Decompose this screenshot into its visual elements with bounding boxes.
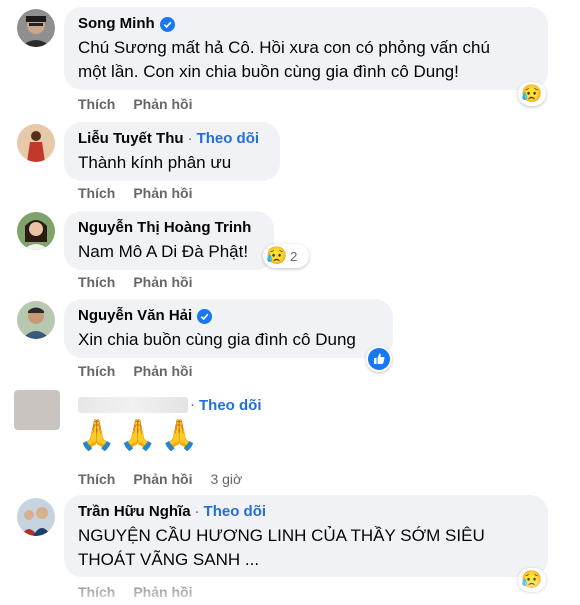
comment-text: NGUYỆN CẦU HƯƠNG LINH CỦA THẦY SỚM SIÊU [78, 526, 485, 545]
like-link[interactable]: Thích [78, 185, 115, 201]
reply-link[interactable]: Phản hồi [133, 584, 192, 600]
like-link[interactable]: Thích [78, 363, 115, 379]
like-link[interactable]: Thích [78, 471, 115, 487]
verified-badge-icon [197, 308, 213, 324]
comment-bubble: Trần Hữu Nghĩa · Theo dõi NGUYỆN CẦU HƯƠ… [64, 495, 548, 577]
reaction-badge[interactable]: 😥 [518, 568, 546, 592]
avatar[interactable] [17, 124, 55, 162]
author-name[interactable]: Trần Hữu Nghĩa [78, 502, 191, 522]
follow-link[interactable]: Theo dõi [199, 397, 262, 414]
separator-dot: · [194, 503, 200, 520]
comment-text: một lần. Con xin chia buồn cùng gia đình… [78, 62, 459, 81]
sad-reaction-icon: 😥 [266, 246, 288, 265]
avatar[interactable] [17, 301, 55, 339]
reply-link[interactable]: Phản hồi [133, 185, 192, 201]
sad-reaction-icon: 😥 [521, 84, 543, 103]
like-link[interactable]: Thích [78, 584, 115, 600]
comment-bubble: Nguyễn Văn Hải Xin chia buồn cùng gia đì… [64, 299, 393, 358]
reply-link[interactable]: Phản hồi [133, 363, 192, 379]
comment-text: Thành kính phân ưu [78, 153, 232, 172]
comment-text: Chú Sương mất hả Cô. Hồi xưa con có phỏn… [78, 38, 490, 57]
avatar[interactable] [17, 498, 55, 536]
avatar[interactable] [17, 212, 55, 250]
follow-link[interactable]: Theo dõi [204, 502, 267, 522]
avatar[interactable] [14, 390, 60, 430]
avatar[interactable] [17, 9, 55, 47]
comment-text: Nam Mô A Di Đà Phật! [78, 242, 249, 261]
author-name[interactable]: Nguyễn Văn Hải [78, 306, 192, 326]
comment-timestamp[interactable]: 3 giờ [210, 471, 242, 487]
like-link[interactable]: Thích [78, 274, 115, 290]
like-link[interactable]: Thích [78, 96, 115, 112]
author-name[interactable]: Song Minh [78, 14, 155, 34]
separator-dot: · [187, 130, 193, 147]
reaction-badge[interactable] [366, 346, 392, 372]
reply-link[interactable]: Phản hồi [133, 471, 192, 487]
author-name[interactable]: Nguyễn Thị Hoàng Trinh [78, 218, 251, 238]
separator-dot: · [190, 396, 195, 413]
blurred-author-name[interactable] [78, 397, 188, 413]
comment-text: Xin chia buồn cùng gia đình cô Dung [78, 330, 356, 349]
like-reaction-icon [368, 348, 390, 370]
reaction-badge[interactable]: 😥 [518, 82, 546, 106]
reaction-count: 2 [290, 248, 298, 264]
verified-badge-icon [159, 16, 175, 32]
comment-bubble: Liễu Tuyết Thu · Theo dõi Thành kính phâ… [64, 122, 280, 181]
reaction-badge[interactable]: 😥 2 [263, 244, 309, 268]
reply-link[interactable]: Phản hồi [133, 96, 192, 112]
author-name[interactable]: Liễu Tuyết Thu [78, 129, 184, 149]
comment-bubble: Nguyễn Thị Hoàng Trinh Nam Mô A Di Đà Ph… [64, 211, 274, 270]
comment-text: THOÁT VÃNG SANH ... [78, 550, 260, 569]
comment-bubble: Song Minh Chú Sương mất hả Cô. Hồi xưa c… [64, 7, 548, 90]
sad-reaction-icon: 😥 [521, 570, 543, 589]
comment-emoji-text: 🙏🙏🙏 [78, 419, 203, 452]
reply-link[interactable]: Phản hồi [133, 274, 192, 290]
follow-link[interactable]: Theo dõi [197, 129, 260, 149]
